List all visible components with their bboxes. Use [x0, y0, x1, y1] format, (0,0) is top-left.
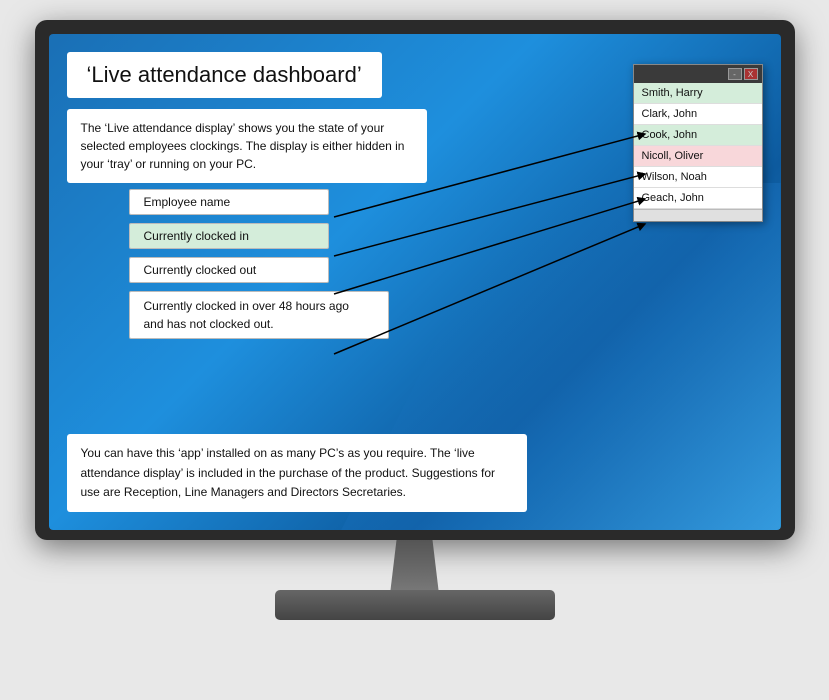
legend-label-clocked-out: Currently clocked out: [144, 263, 257, 277]
legend-area: Employee name Currently clocked in Curre…: [129, 189, 389, 347]
employee-row-nicoll: Nicoll, Oliver: [634, 146, 762, 167]
bottom-text: You can have this ‘app’ installed on as …: [81, 446, 496, 498]
bottom-text-box: You can have this ‘app’ installed on as …: [67, 434, 527, 512]
mini-titlebar: - X: [634, 65, 762, 83]
legend-clocked-in: Currently clocked in: [129, 223, 329, 249]
employee-row-wilson: Wilson, Noah: [634, 167, 762, 188]
screen: ‘Live attendance dashboard’ The ‘Live at…: [49, 34, 781, 530]
monitor-base: [275, 590, 555, 620]
employee-name-cook: Cook, John: [642, 129, 698, 141]
employee-row-geach: Geach, John: [634, 188, 762, 209]
employee-row-clark: Clark, John: [634, 104, 762, 125]
legend-label-employee: Employee name: [144, 195, 231, 209]
employee-name-clark: Clark, John: [642, 108, 698, 120]
close-button[interactable]: X: [744, 68, 758, 80]
employee-name-geach: Geach, John: [642, 192, 704, 204]
monitor-outer: ‘Live attendance dashboard’ The ‘Live at…: [35, 20, 795, 540]
monitor-bezel: ‘Live attendance dashboard’ The ‘Live at…: [49, 34, 781, 530]
mini-footer: [634, 209, 762, 221]
monitor-neck: [385, 540, 445, 590]
legend-clocked-out: Currently clocked out: [129, 257, 329, 283]
legend-over-48: Currently clocked in over 48 hours agoan…: [129, 291, 389, 339]
minimize-button[interactable]: -: [728, 68, 742, 80]
employee-row-smith: Smith, Harry: [634, 83, 762, 104]
employee-name-smith: Smith, Harry: [642, 87, 703, 99]
dashboard-title: ‘Live attendance dashboard’: [87, 62, 362, 88]
employee-name-wilson: Wilson, Noah: [642, 171, 707, 183]
employee-row-cook: Cook, John: [634, 125, 762, 146]
description-text: The ‘Live attendance display’ shows you …: [81, 121, 405, 171]
employee-name-nicoll: Nicoll, Oliver: [642, 150, 704, 162]
legend-label-clocked-in: Currently clocked in: [144, 229, 249, 243]
legend-label-over-48: Currently clocked in over 48 hours agoan…: [144, 299, 349, 331]
title-box: ‘Live attendance dashboard’: [67, 52, 382, 98]
monitor-wrapper: ‘Live attendance dashboard’ The ‘Live at…: [25, 20, 805, 680]
mini-attendance-window[interactable]: - X Smith, Harry Clark, John Cook, John …: [633, 64, 763, 222]
legend-employee-name: Employee name: [129, 189, 329, 215]
description-box: The ‘Live attendance display’ shows you …: [67, 109, 427, 183]
